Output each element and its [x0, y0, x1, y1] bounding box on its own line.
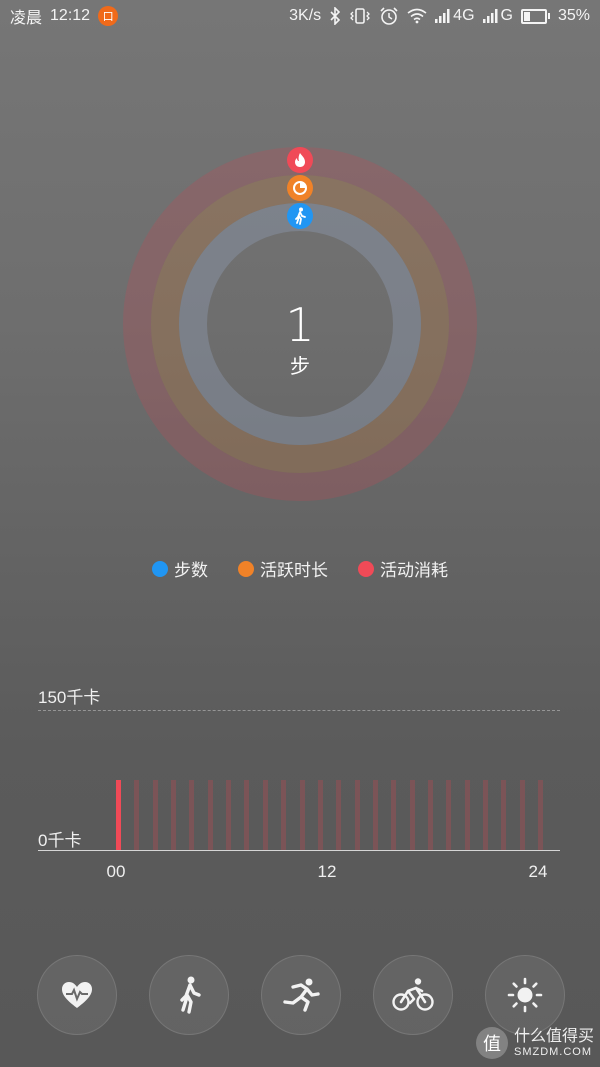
legend-dot-active-time — [238, 560, 254, 577]
hour-bar — [483, 780, 488, 850]
legend-label: 步数 — [174, 561, 208, 580]
watermark-domain: SMZDM.COM — [513, 1045, 593, 1058]
walk-icon — [287, 203, 313, 229]
hour-bar — [519, 780, 525, 850]
hour-bar — [189, 780, 195, 850]
run-icon — [283, 978, 320, 1012]
hour-bar — [427, 780, 433, 850]
activity-rings — [123, 147, 477, 501]
x-tick-start: 00 — [106, 862, 126, 881]
hour-bar — [262, 780, 268, 850]
grid-line-max — [38, 710, 560, 711]
clock-icon — [287, 175, 313, 201]
watermark-text: 什么值得买 SMZDM.COM — [514, 1028, 594, 1058]
chart-baseline — [38, 850, 560, 851]
ring-legend: 步数 活跃时长 活动消耗 — [0, 556, 600, 581]
hour-bar — [134, 780, 140, 850]
hour-bar — [464, 780, 470, 850]
hour-bar — [354, 780, 360, 850]
hour-bar — [317, 780, 323, 850]
hour-bar — [409, 780, 415, 850]
legend-dot-steps — [152, 560, 168, 577]
hour-bar — [336, 780, 342, 850]
hour-bar — [207, 780, 213, 850]
bike-mode-button[interactable] — [373, 955, 453, 1035]
y-tick-min: 0千卡 — [38, 831, 82, 850]
steps-unit: 步 — [290, 356, 310, 378]
legend-label: 活跃时长 — [260, 561, 328, 580]
steps-value: 1 — [285, 298, 315, 352]
hour-bar — [281, 780, 287, 850]
bike-icon — [392, 978, 434, 1011]
hour-bar — [372, 780, 378, 850]
hour-bar — [226, 780, 232, 850]
walk-mode-button[interactable] — [149, 955, 229, 1035]
hour-bar — [171, 780, 177, 850]
hour-bar — [391, 780, 397, 850]
legend-dot-calories — [358, 560, 374, 577]
y-tick-max: 150千卡 — [38, 688, 101, 707]
x-tick-end: 24 — [528, 862, 548, 881]
watermark-title: 什么值得买 — [513, 1028, 594, 1046]
hour-bar — [446, 780, 452, 850]
heart-rate-button[interactable] — [37, 955, 117, 1035]
hour-bar — [299, 780, 305, 850]
smzdm-logo: 值 — [475, 1027, 508, 1059]
walk-icon — [180, 976, 201, 1014]
legend-steps: 步数 — [152, 556, 208, 581]
run-mode-button[interactable] — [261, 955, 341, 1035]
smzdm-watermark: 值 什么值得买 SMZDM.COM — [475, 1027, 594, 1059]
legend-calories: 活动消耗 — [358, 556, 448, 581]
hour-bar — [116, 780, 121, 850]
x-tick-mid: 12 — [317, 862, 337, 881]
legend-label: 活动消耗 — [380, 561, 448, 580]
activity-shortcuts — [0, 955, 600, 1035]
hour-bar — [152, 780, 158, 850]
flame-icon — [287, 147, 313, 173]
heart-rate-icon — [62, 982, 92, 1008]
logo-glyph: 值 — [482, 1034, 501, 1054]
legend-active-time: 活跃时长 — [238, 556, 328, 581]
hour-bar — [501, 780, 507, 850]
sleep-mode-button[interactable] — [485, 955, 565, 1035]
hour-bar — [244, 780, 250, 850]
hour-bar — [538, 780, 544, 850]
sun-icon — [507, 977, 543, 1013]
